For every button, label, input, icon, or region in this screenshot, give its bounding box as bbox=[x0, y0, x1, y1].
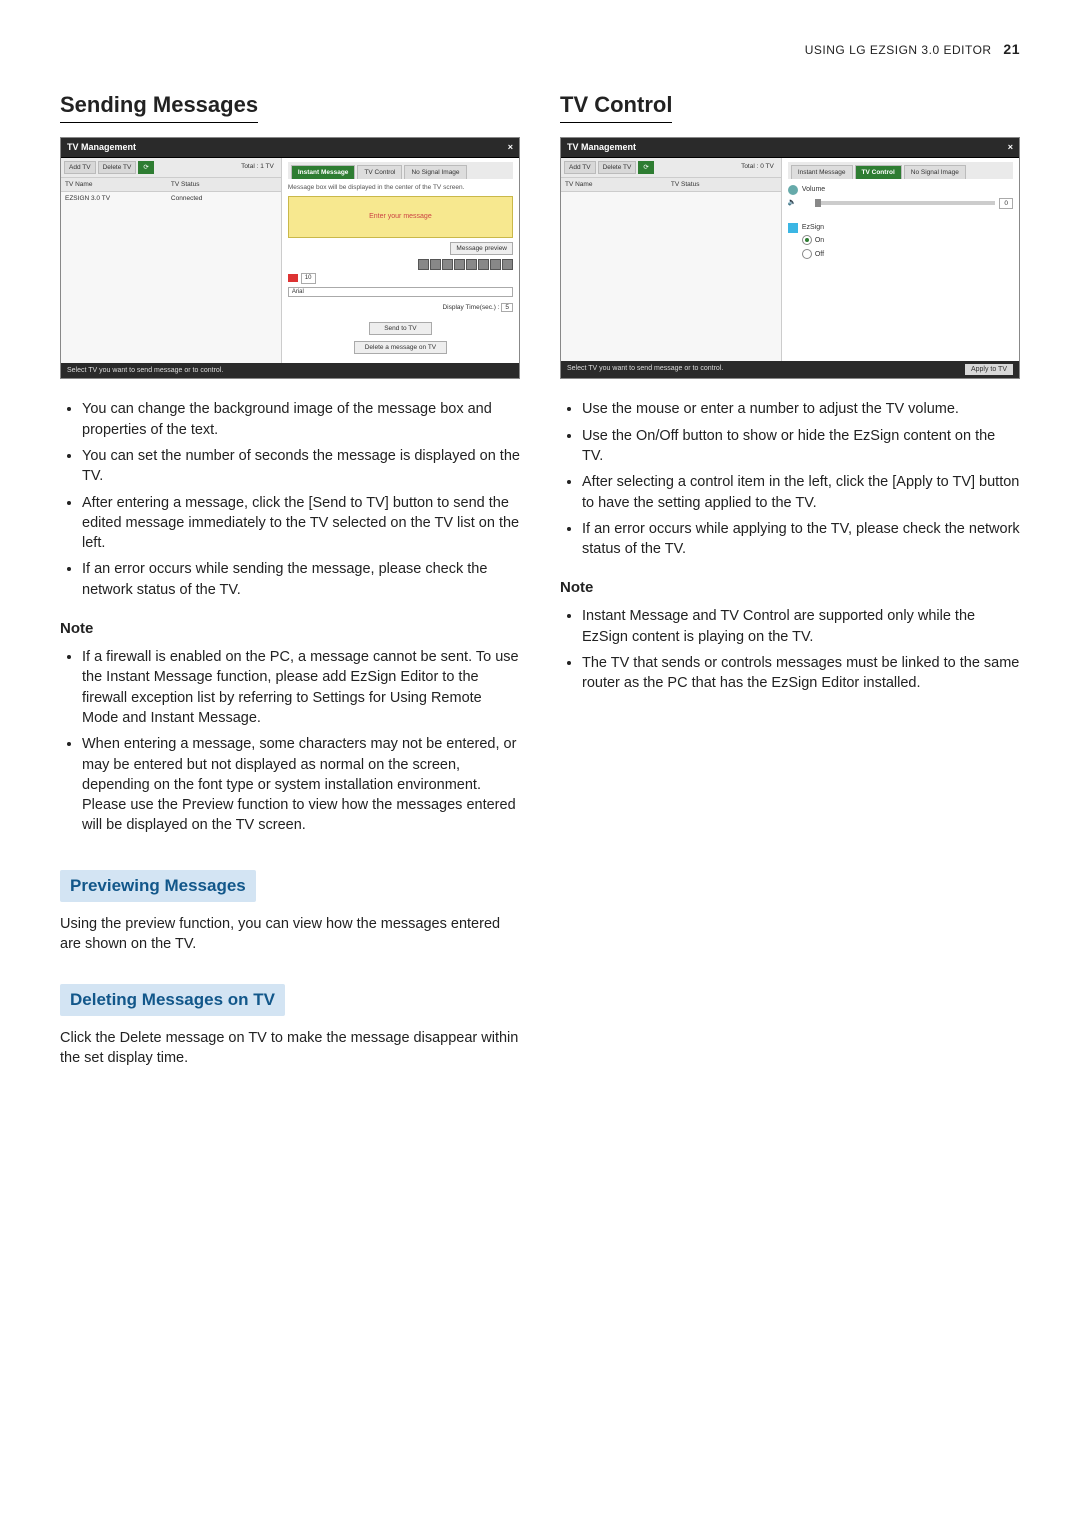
add-tv-button[interactable]: Add TV bbox=[64, 161, 96, 174]
footer-hint: Select TV you want to send message or to… bbox=[67, 366, 223, 376]
volume-label: Volume bbox=[802, 185, 825, 195]
list-item: You can change the background image of t… bbox=[82, 399, 520, 440]
hint-text: Message box will be displayed in the cen… bbox=[288, 183, 513, 192]
list-item: Instant Message and TV Control are suppo… bbox=[582, 606, 1020, 647]
col-tv-name: TV Name bbox=[65, 180, 171, 189]
delete-message-button[interactable]: Delete a message on TV bbox=[354, 341, 447, 354]
sending-messages-title: Sending Messages bbox=[60, 90, 258, 124]
list-item: When entering a message, some characters… bbox=[82, 734, 520, 835]
list-item: If a firewall is enabled on the PC, a me… bbox=[82, 647, 520, 728]
ezsign-label: EzSign bbox=[802, 223, 824, 233]
tv-row[interactable]: EZSIGN 3.0 TV Connected bbox=[61, 192, 281, 205]
delete-tv-button[interactable]: Delete TV bbox=[598, 161, 637, 174]
note-bullets-left: If a firewall is enabled on the PC, a me… bbox=[60, 647, 520, 836]
refresh-button[interactable]: ⟳ bbox=[638, 161, 653, 174]
tab-tv-control[interactable]: TV Control bbox=[357, 165, 402, 179]
tab-no-signal-image[interactable]: No Signal Image bbox=[404, 165, 466, 179]
font-select[interactable]: Arial bbox=[288, 287, 513, 297]
col-tv-status: TV Status bbox=[671, 180, 777, 189]
total-tv-label: Total : 1 TV bbox=[237, 161, 278, 174]
deleting-messages-heading: Deleting Messages on TV bbox=[60, 984, 285, 1016]
list-item: After entering a message, click the [Sen… bbox=[82, 493, 520, 554]
message-preview-button[interactable]: Message preview bbox=[450, 242, 513, 255]
left-column: Sending Messages TV Management × Add TV … bbox=[60, 90, 520, 1083]
window-title: TV Management bbox=[67, 141, 136, 154]
previewing-messages-body: Using the preview function, you can view… bbox=[60, 914, 520, 955]
tab-instant-message[interactable]: Instant Message bbox=[291, 165, 356, 179]
list-item: After selecting a control item in the le… bbox=[582, 472, 1020, 513]
apply-to-tv-button[interactable]: Apply to TV bbox=[965, 364, 1013, 376]
align-center-icon[interactable] bbox=[454, 259, 465, 270]
tab-tv-control[interactable]: TV Control bbox=[855, 165, 902, 179]
add-tv-button[interactable]: Add TV bbox=[564, 161, 596, 174]
header-section: USING LG EZSIGN 3.0 EDITOR bbox=[805, 43, 992, 57]
ezsign-on-radio[interactable]: On bbox=[802, 235, 1013, 246]
screenshot-instant-message: TV Management × Add TV Delete TV ⟳ Total… bbox=[60, 137, 520, 379]
underline-icon[interactable] bbox=[490, 259, 501, 270]
message-input[interactable]: Enter your message bbox=[288, 196, 513, 238]
sending-messages-bullets: You can change the background image of t… bbox=[60, 399, 520, 600]
deleting-messages-body: Click the Delete message on TV to make t… bbox=[60, 1028, 520, 1069]
note-bullets-right: Instant Message and TV Control are suppo… bbox=[560, 606, 1020, 693]
ezsign-off-radio[interactable]: Off bbox=[802, 249, 1013, 260]
list-item: Use the On/Off button to show or hide th… bbox=[582, 426, 1020, 467]
note-heading: Note bbox=[60, 618, 520, 639]
previewing-messages-heading: Previewing Messages bbox=[60, 870, 256, 902]
italic-icon[interactable] bbox=[502, 259, 513, 270]
display-time-label: Display Time(sec.) : bbox=[442, 304, 499, 311]
col-tv-status: TV Status bbox=[171, 180, 277, 189]
format-icons[interactable] bbox=[288, 259, 513, 270]
bg-icon[interactable] bbox=[430, 259, 441, 270]
list-item: If an error occurs while sending the mes… bbox=[82, 559, 520, 600]
page-number: 21 bbox=[1003, 41, 1020, 57]
bg-icon[interactable] bbox=[418, 259, 429, 270]
tv-name: EZSIGN 3.0 TV bbox=[65, 194, 171, 203]
col-tv-name: TV Name bbox=[565, 180, 671, 189]
tab-instant-message[interactable]: Instant Message bbox=[791, 165, 853, 179]
speaker-icon: 🔈 bbox=[788, 198, 797, 208]
close-icon[interactable]: × bbox=[1008, 141, 1013, 154]
font-size-input[interactable]: 10 bbox=[301, 273, 316, 283]
align-right-icon[interactable] bbox=[466, 259, 477, 270]
page-header: USING LG EZSIGN 3.0 EDITOR 21 bbox=[60, 40, 1020, 60]
note-heading: Note bbox=[560, 577, 1020, 598]
list-item: You can set the number of seconds the me… bbox=[82, 446, 520, 487]
volume-slider[interactable] bbox=[815, 201, 996, 205]
screenshot-tv-control: TV Management × Add TV Delete TV ⟳ Total… bbox=[560, 137, 1020, 379]
total-tv-label: Total : 0 TV bbox=[737, 161, 778, 174]
close-icon[interactable]: × bbox=[508, 141, 513, 154]
list-item: If an error occurs while applying to the… bbox=[582, 519, 1020, 560]
bold-icon[interactable] bbox=[478, 259, 489, 270]
ezsign-icon bbox=[788, 223, 798, 233]
list-item: The TV that sends or controls messages m… bbox=[582, 653, 1020, 694]
align-left-icon[interactable] bbox=[442, 259, 453, 270]
tv-control-title: TV Control bbox=[560, 90, 672, 124]
send-to-tv-button[interactable]: Send to TV bbox=[369, 322, 431, 335]
tab-no-signal-image[interactable]: No Signal Image bbox=[904, 165, 966, 179]
color-swatch[interactable] bbox=[288, 274, 298, 282]
footer-hint: Select TV you want to send message or to… bbox=[567, 364, 723, 376]
right-column: TV Control TV Management × Add TV Delete… bbox=[560, 90, 1020, 1083]
list-item: Use the mouse or enter a number to adjus… bbox=[582, 399, 1020, 419]
tv-status: Connected bbox=[171, 194, 277, 203]
delete-tv-button[interactable]: Delete TV bbox=[98, 161, 137, 174]
window-title: TV Management bbox=[567, 141, 636, 154]
display-time-input[interactable]: 5 bbox=[501, 303, 513, 312]
tv-control-bullets: Use the mouse or enter a number to adjus… bbox=[560, 399, 1020, 559]
volume-icon bbox=[788, 185, 798, 195]
volume-value[interactable]: 0 bbox=[999, 198, 1013, 209]
refresh-button[interactable]: ⟳ bbox=[138, 161, 153, 174]
